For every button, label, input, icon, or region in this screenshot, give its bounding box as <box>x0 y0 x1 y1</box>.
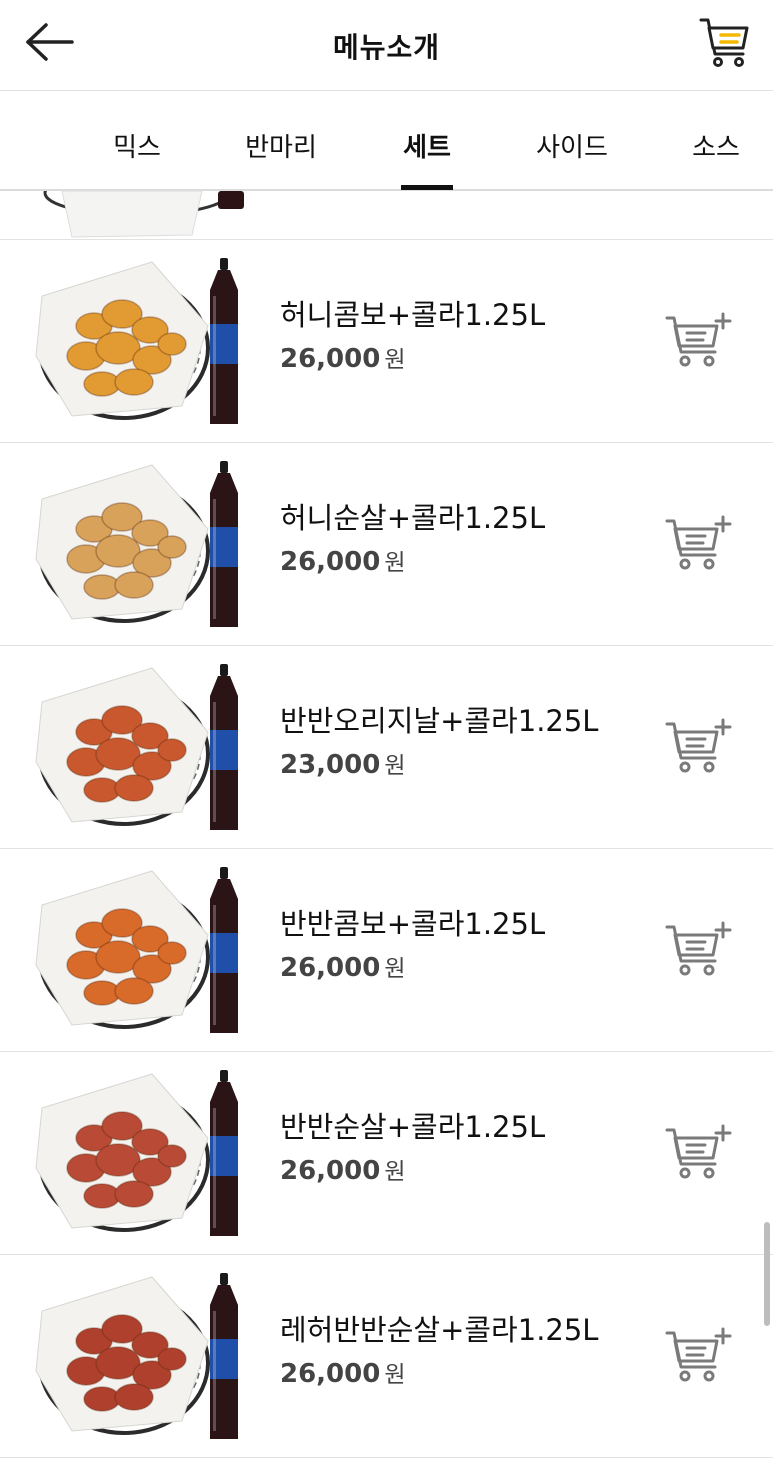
add-to-cart-button[interactable] <box>663 919 733 979</box>
price-unit: 원 <box>384 1159 406 1185</box>
cart-icon <box>699 18 749 67</box>
menu-item[interactable]: 레허반반순살+콜라1.25L 26,000 원 <box>0 1255 773 1458</box>
tab-half[interactable]: 반마리 <box>245 127 317 164</box>
tab-set[interactable]: 세트 <box>403 127 451 164</box>
menu-item-name: 반반순살+콜라1.25L <box>280 1110 546 1144</box>
list-item-partial[interactable] <box>0 191 773 240</box>
active-tab-indicator <box>401 185 453 190</box>
food-thumbnail <box>35 867 238 1033</box>
menu-item-name: 허니콤보+콜라1.25L <box>280 298 546 332</box>
food-thumbnail <box>35 461 238 627</box>
add-to-cart-button[interactable] <box>663 716 733 776</box>
tab-sauce[interactable]: 소스 <box>692 127 740 164</box>
add-to-cart-icon <box>665 312 732 367</box>
price-value: 26,000 <box>280 344 381 374</box>
menu-item[interactable]: 허니순살+콜라1.25L 26,000 원 <box>0 443 773 646</box>
add-to-cart-icon <box>665 1327 732 1382</box>
category-tabs: 믹스 반마리 세트 사이드 소스 <box>0 91 773 191</box>
menu-item[interactable]: 반반오리지날+콜라1.25L 23,000 원 <box>0 646 773 849</box>
menu-item-price: 26,000 원 <box>280 1355 406 1389</box>
menu-list: 허니콤보+콜라1.25L 26,000 원 허니순살+콜라1.25L 26,000 원 반반… <box>0 191 773 1458</box>
menu-item-name: 반반오리지날+콜라1.25L <box>280 704 599 738</box>
add-to-cart-button[interactable] <box>663 1325 733 1385</box>
menu-item-price: 26,000 원 <box>280 340 406 374</box>
price-unit: 원 <box>384 956 406 982</box>
menu-item-name: 반반콤보+콜라1.25L <box>280 907 546 941</box>
add-to-cart-icon <box>665 718 732 773</box>
tab-side[interactable]: 사이드 <box>536 127 608 164</box>
add-to-cart-icon <box>665 921 732 976</box>
menu-item-name: 레허반반순살+콜라1.25L <box>280 1313 599 1347</box>
price-value: 26,000 <box>280 953 381 983</box>
price-value: 26,000 <box>280 547 381 577</box>
food-thumbnail <box>35 258 238 424</box>
menu-item[interactable]: 반반콤보+콜라1.25L 26,000 원 <box>0 849 773 1052</box>
menu-item[interactable]: 반반순살+콜라1.25L 26,000 원 <box>0 1052 773 1255</box>
menu-item-price: 26,000 원 <box>280 1152 406 1186</box>
add-to-cart-button[interactable] <box>663 1122 733 1182</box>
menu-item[interactable]: 허니콤보+콜라1.25L 26,000 원 <box>0 240 773 443</box>
app-header: 메뉴소개 <box>0 0 773 91</box>
menu-item-price: 23,000 원 <box>280 746 406 780</box>
price-unit: 원 <box>384 550 406 576</box>
price-unit: 원 <box>384 347 406 373</box>
add-to-cart-button[interactable] <box>663 513 733 573</box>
food-thumbnail <box>43 191 244 238</box>
scrollbar[interactable] <box>764 1222 770 1326</box>
tab-mix[interactable]: 믹스 <box>113 127 161 164</box>
menu-item-price: 26,000 원 <box>280 543 406 577</box>
food-thumbnail <box>35 1070 238 1236</box>
add-to-cart-icon <box>665 515 732 570</box>
price-value: 26,000 <box>280 1359 381 1389</box>
price-value: 23,000 <box>280 750 381 780</box>
price-unit: 원 <box>384 1362 406 1388</box>
price-unit: 원 <box>384 753 406 779</box>
cart-button[interactable] <box>697 14 753 70</box>
page-title: 메뉴소개 <box>332 31 441 64</box>
add-to-cart-icon <box>665 1124 732 1179</box>
menu-item-price: 26,000 원 <box>280 949 406 983</box>
add-to-cart-button[interactable] <box>663 310 733 370</box>
food-thumbnail <box>35 664 238 830</box>
food-thumbnail <box>35 1273 238 1439</box>
menu-item-name: 허니순살+콜라1.25L <box>280 501 546 535</box>
price-value: 26,000 <box>280 1156 381 1186</box>
